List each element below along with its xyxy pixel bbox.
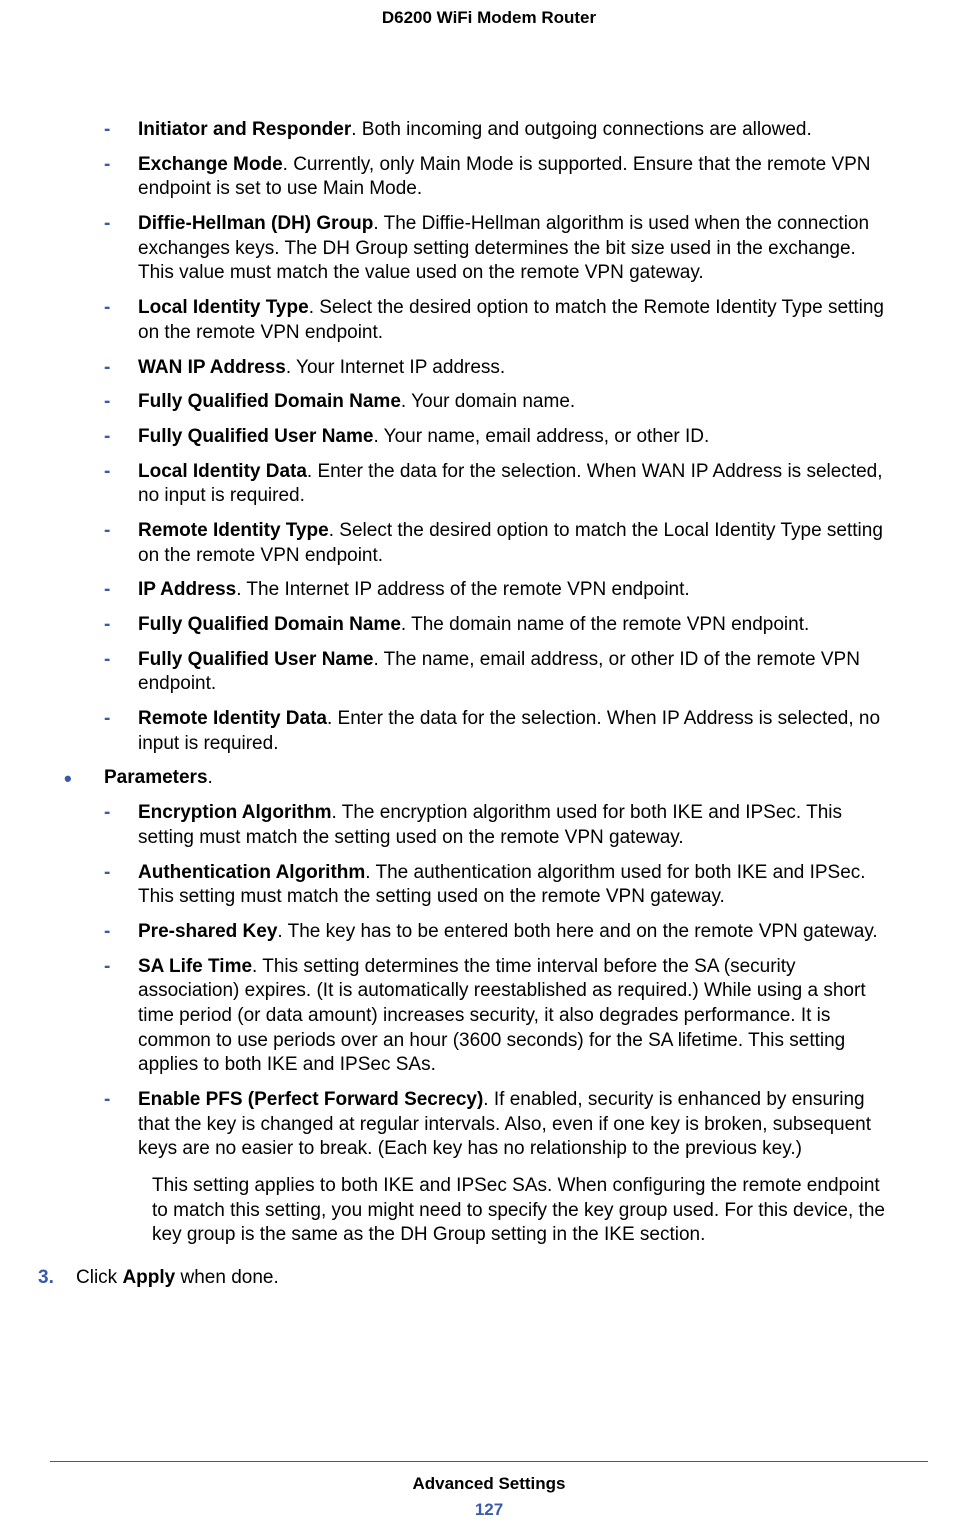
item-text: Fully Qualified User Name. Your name, em…: [138, 425, 888, 450]
sub-list-2: -Encryption Algorithm. The encryption al…: [90, 801, 888, 1248]
list-item: -Local Identity Type. Select the desired…: [104, 296, 888, 345]
list-item: -Remote Identity Type. Select the desire…: [104, 519, 888, 568]
step-3: 3. Click Apply when done.: [38, 1266, 888, 1291]
list-item: -Initiator and Responder. Both incoming …: [104, 118, 888, 143]
item-text: SA Life Time. This setting determines th…: [138, 955, 888, 1078]
dash-bullet: -: [104, 801, 138, 850]
dash-bullet: -: [104, 519, 138, 568]
dash-bullet: -: [104, 920, 138, 945]
list-item: -Exchange Mode. Currently, only Main Mod…: [104, 153, 888, 202]
step-text: Click Apply when done.: [76, 1266, 888, 1291]
page-header: D6200 WiFi Modem Router: [90, 0, 888, 28]
dash-bullet: -: [104, 861, 138, 910]
list-item: -Enable PFS (Perfect Forward Secrecy). I…: [104, 1088, 888, 1162]
item-text: Remote Identity Type. Select the desired…: [138, 519, 888, 568]
dash-bullet: -: [104, 460, 138, 509]
item-text: Local Identity Data. Enter the data for …: [138, 460, 888, 509]
dash-bullet: -: [104, 296, 138, 345]
document-page: D6200 WiFi Modem Router -Initiator and R…: [0, 0, 978, 1536]
item-text: Fully Qualified User Name. The name, ema…: [138, 648, 888, 697]
item-text: Remote Identity Data. Enter the data for…: [138, 707, 888, 756]
sub-list-1: -Initiator and Responder. Both incoming …: [90, 118, 888, 756]
item-text: Exchange Mode. Currently, only Main Mode…: [138, 153, 888, 202]
section-heading: • Parameters.: [64, 766, 888, 791]
item-text: IP Address. The Internet IP address of t…: [138, 578, 888, 603]
note-paragraph: This setting applies to both IKE and IPS…: [104, 1174, 888, 1248]
dash-bullet: -: [104, 1088, 138, 1162]
item-text: Pre-shared Key. The key has to be entere…: [138, 920, 888, 945]
item-text: Authentication Algorithm. The authentica…: [138, 861, 888, 910]
footer-title: Advanced Settings: [0, 1474, 978, 1494]
list-item: -WAN IP Address. Your Internet IP addres…: [104, 356, 888, 381]
list-item: -Pre-shared Key. The key has to be enter…: [104, 920, 888, 945]
item-text: Diffie-Hellman (DH) Group. The Diffie-He…: [138, 212, 888, 286]
dash-bullet: -: [104, 356, 138, 381]
list-item: -Fully Qualified User Name. Your name, e…: [104, 425, 888, 450]
footer-rule: [50, 1461, 928, 1462]
dash-bullet: -: [104, 955, 138, 1078]
list-item: -Fully Qualified Domain Name. Your domai…: [104, 390, 888, 415]
dash-bullet: -: [104, 390, 138, 415]
footer-page-number: 127: [0, 1500, 978, 1520]
dash-bullet: -: [104, 648, 138, 697]
page-footer: Advanced Settings 127: [0, 1461, 978, 1520]
dash-bullet: -: [104, 212, 138, 286]
list-item: -Remote Identity Data. Enter the data fo…: [104, 707, 888, 756]
dash-bullet: -: [104, 153, 138, 202]
item-text: WAN IP Address. Your Internet IP address…: [138, 356, 888, 381]
dash-bullet: -: [104, 707, 138, 756]
list-item: -Local Identity Data. Enter the data for…: [104, 460, 888, 509]
section-label: Parameters.: [104, 766, 888, 791]
page-content: -Initiator and Responder. Both incoming …: [90, 28, 888, 1291]
item-text: Enable PFS (Perfect Forward Secrecy). If…: [138, 1088, 888, 1162]
list-item: -Fully Qualified Domain Name. The domain…: [104, 613, 888, 638]
bullet-icon: •: [64, 766, 104, 791]
list-item: -IP Address. The Internet IP address of …: [104, 578, 888, 603]
dash-bullet: -: [104, 578, 138, 603]
item-text: Fully Qualified Domain Name. The domain …: [138, 613, 888, 638]
dash-bullet: -: [104, 613, 138, 638]
list-item: -Fully Qualified User Name. The name, em…: [104, 648, 888, 697]
list-item: -Diffie-Hellman (DH) Group. The Diffie-H…: [104, 212, 888, 286]
list-item: -SA Life Time. This setting determines t…: [104, 955, 888, 1078]
list-item: -Authentication Algorithm. The authentic…: [104, 861, 888, 910]
list-item: -Encryption Algorithm. The encryption al…: [104, 801, 888, 850]
item-text: Fully Qualified Domain Name. Your domain…: [138, 390, 888, 415]
item-text: Local Identity Type. Select the desired …: [138, 296, 888, 345]
dash-bullet: -: [104, 425, 138, 450]
item-text: Initiator and Responder. Both incoming a…: [138, 118, 888, 143]
dash-bullet: -: [104, 118, 138, 143]
step-number: 3.: [38, 1266, 76, 1291]
item-text: Encryption Algorithm. The encryption alg…: [138, 801, 888, 850]
